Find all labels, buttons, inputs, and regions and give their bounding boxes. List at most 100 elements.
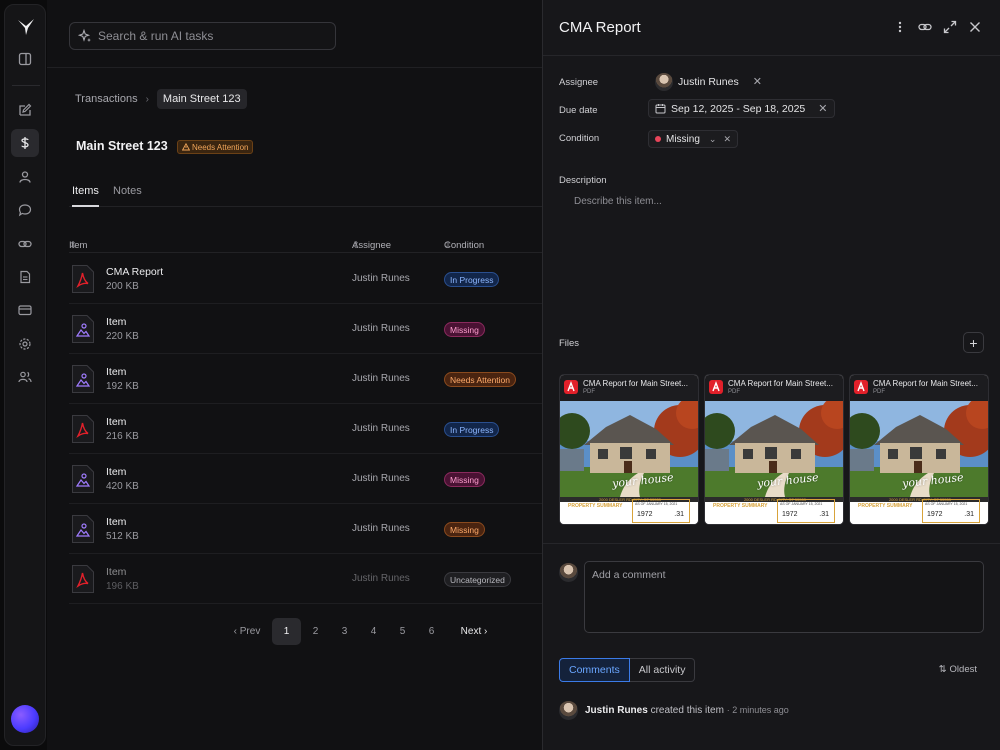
next-page-button[interactable]: Next › xyxy=(446,618,502,645)
due-date-chip[interactable]: Sep 12, 2025 - Sep 18, 2025 ✕ xyxy=(648,99,835,118)
prev-label: Prev xyxy=(239,626,261,637)
sort-icon: ⇕ xyxy=(69,240,77,251)
item-assignee: Justin Runes xyxy=(352,523,410,534)
ai-assistant-orb-icon[interactable] xyxy=(11,705,39,733)
table-row[interactable]: CMA Report 200 KB Justin Runes In Progress xyxy=(69,254,542,304)
status-badge[interactable]: In Progress xyxy=(444,272,500,287)
chat-icon[interactable] xyxy=(11,196,39,224)
table-row[interactable]: Item 196 KB Justin Runes Uncategorized xyxy=(69,554,542,604)
preview-acreage: .31 xyxy=(819,511,829,518)
link-icon[interactable] xyxy=(11,230,39,258)
page-5-button[interactable]: 5 xyxy=(388,618,417,645)
file-card[interactable]: CMA Report for Main Street... PDF your hou… xyxy=(849,374,989,525)
condition-select[interactable]: Missing ⌄ ✕ xyxy=(648,130,738,148)
close-icon[interactable] xyxy=(968,20,982,34)
sidebar-toggle-icon[interactable] xyxy=(11,45,39,73)
status-badge[interactable]: In Progress xyxy=(444,422,500,437)
image-file-icon xyxy=(71,364,95,394)
item-size: 192 KB xyxy=(106,381,139,392)
file-title: CMA Report for Main Street... xyxy=(873,379,978,388)
page-6-button[interactable]: 6 xyxy=(417,618,446,645)
condition-value: Missing xyxy=(666,133,700,145)
tab-items[interactable]: Items xyxy=(72,185,99,207)
image-file-icon xyxy=(71,314,95,344)
file-card-header: CMA Report for Main Street... PDF xyxy=(850,375,988,401)
assignee-chip[interactable]: Justin Runes ✕ xyxy=(655,72,762,91)
pdf-file-icon xyxy=(71,264,95,294)
search-bar[interactable] xyxy=(69,22,336,50)
file-card[interactable]: CMA Report for Main Street... PDF your hou… xyxy=(704,374,844,525)
page-3-button[interactable]: 3 xyxy=(330,618,359,645)
item-detail-panel: CMA Report Assignee Justin Runes ✕ Due d… xyxy=(542,0,1000,750)
item-name: Item xyxy=(106,316,127,328)
file-card[interactable]: CMA Report for Main Street... PDF your hou… xyxy=(559,374,699,525)
preview-year-built: 1972 xyxy=(927,511,943,518)
chevron-right-icon: › xyxy=(145,93,149,105)
copy-link-icon[interactable] xyxy=(918,20,932,34)
table-row[interactable]: Item 420 KB Justin Runes Missing xyxy=(69,454,542,504)
comment-input[interactable] xyxy=(585,562,983,632)
tab-all-activity[interactable]: All activity xyxy=(629,658,696,682)
description-input[interactable]: Describe this item... xyxy=(574,196,662,207)
sort-oldest-button[interactable]: ⇅ Oldest xyxy=(939,664,977,675)
tab-notes[interactable]: Notes xyxy=(113,185,142,207)
condition-label: Condition xyxy=(559,133,600,144)
item-tabs: Items Notes xyxy=(69,182,542,207)
prev-page-button[interactable]: ‹ Prev xyxy=(222,618,272,645)
assignee-label: Assignee xyxy=(559,77,599,88)
preview-stats-box: AS OF JANUARY 15, 2021 1972 .31 xyxy=(777,499,835,523)
remove-assignee-icon[interactable]: ✕ xyxy=(753,75,762,88)
activity-time: · 2 minutes ago xyxy=(726,705,789,715)
description-label: Description xyxy=(559,175,607,186)
status-badge[interactable]: Missing xyxy=(444,322,485,337)
table-row[interactable]: Item 220 KB Justin Runes Missing xyxy=(69,304,542,354)
due-date-value: Sep 12, 2025 - Sep 18, 2025 xyxy=(671,102,806,115)
activity-user[interactable]: Justin Runes xyxy=(585,705,648,716)
avatar xyxy=(559,701,578,720)
table-row[interactable]: Item 512 KB Justin Runes Missing xyxy=(69,504,542,554)
breadcrumb-current[interactable]: Main Street 123 xyxy=(156,89,247,109)
clear-condition-icon[interactable]: ✕ xyxy=(723,134,731,145)
preview-stats-box: AS OF JANUARY 15, 2021 1972 .31 xyxy=(632,499,690,523)
page-4-button[interactable]: 4 xyxy=(359,618,388,645)
item-assignee: Justin Runes xyxy=(352,473,410,484)
status-badge[interactable]: Needs Attention xyxy=(444,372,517,387)
dollar-icon[interactable] xyxy=(11,129,39,157)
transaction-main: Transactions › Main Street 123 Main Stre… xyxy=(47,0,542,750)
preview-summary-title: PROPERTY SUMMARY xyxy=(858,503,913,509)
status-badge[interactable]: Uncategorized xyxy=(444,572,511,587)
expand-icon[interactable] xyxy=(943,20,957,34)
page-2-button[interactable]: 2 xyxy=(301,618,330,645)
user-icon[interactable] xyxy=(11,163,39,191)
tab-comments[interactable]: Comments xyxy=(559,658,630,682)
document-icon[interactable] xyxy=(11,263,39,291)
file-card-header: CMA Report for Main Street... PDF xyxy=(560,375,698,401)
page-1-button[interactable]: 1 xyxy=(272,618,301,645)
breadcrumb-transactions-link[interactable]: Transactions xyxy=(75,93,138,105)
edit-icon[interactable] xyxy=(11,96,39,124)
credit-card-icon[interactable] xyxy=(11,296,39,324)
add-file-button[interactable]: + xyxy=(963,332,984,353)
team-icon[interactable] xyxy=(11,363,39,391)
file-title: CMA Report for Main Street... xyxy=(728,379,833,388)
more-vertical-icon[interactable] xyxy=(893,20,907,34)
preview-year-built: 1972 xyxy=(782,511,798,518)
preview-acreage: .31 xyxy=(964,511,974,518)
comment-box[interactable] xyxy=(584,561,984,633)
due-date-label: Due date xyxy=(559,105,598,116)
table-row[interactable]: Item 216 KB Justin Runes In Progress xyxy=(69,404,542,454)
gear-icon[interactable] xyxy=(11,330,39,358)
bird-logo-icon[interactable] xyxy=(16,17,36,37)
left-rail xyxy=(4,4,46,746)
status-badge[interactable]: Missing xyxy=(444,472,485,487)
sparkle-icon xyxy=(78,29,92,43)
status-badge[interactable]: Missing xyxy=(444,522,485,537)
pdf-icon xyxy=(564,380,578,394)
pdf-file-icon xyxy=(71,414,95,444)
image-file-icon xyxy=(71,514,95,544)
item-name: Item xyxy=(106,466,127,478)
table-row[interactable]: Item 192 KB Justin Runes Needs Attention xyxy=(69,354,542,404)
clear-due-date-icon[interactable]: ✕ xyxy=(818,102,827,115)
sort-label: Oldest xyxy=(949,664,977,675)
search-input[interactable] xyxy=(98,29,318,43)
